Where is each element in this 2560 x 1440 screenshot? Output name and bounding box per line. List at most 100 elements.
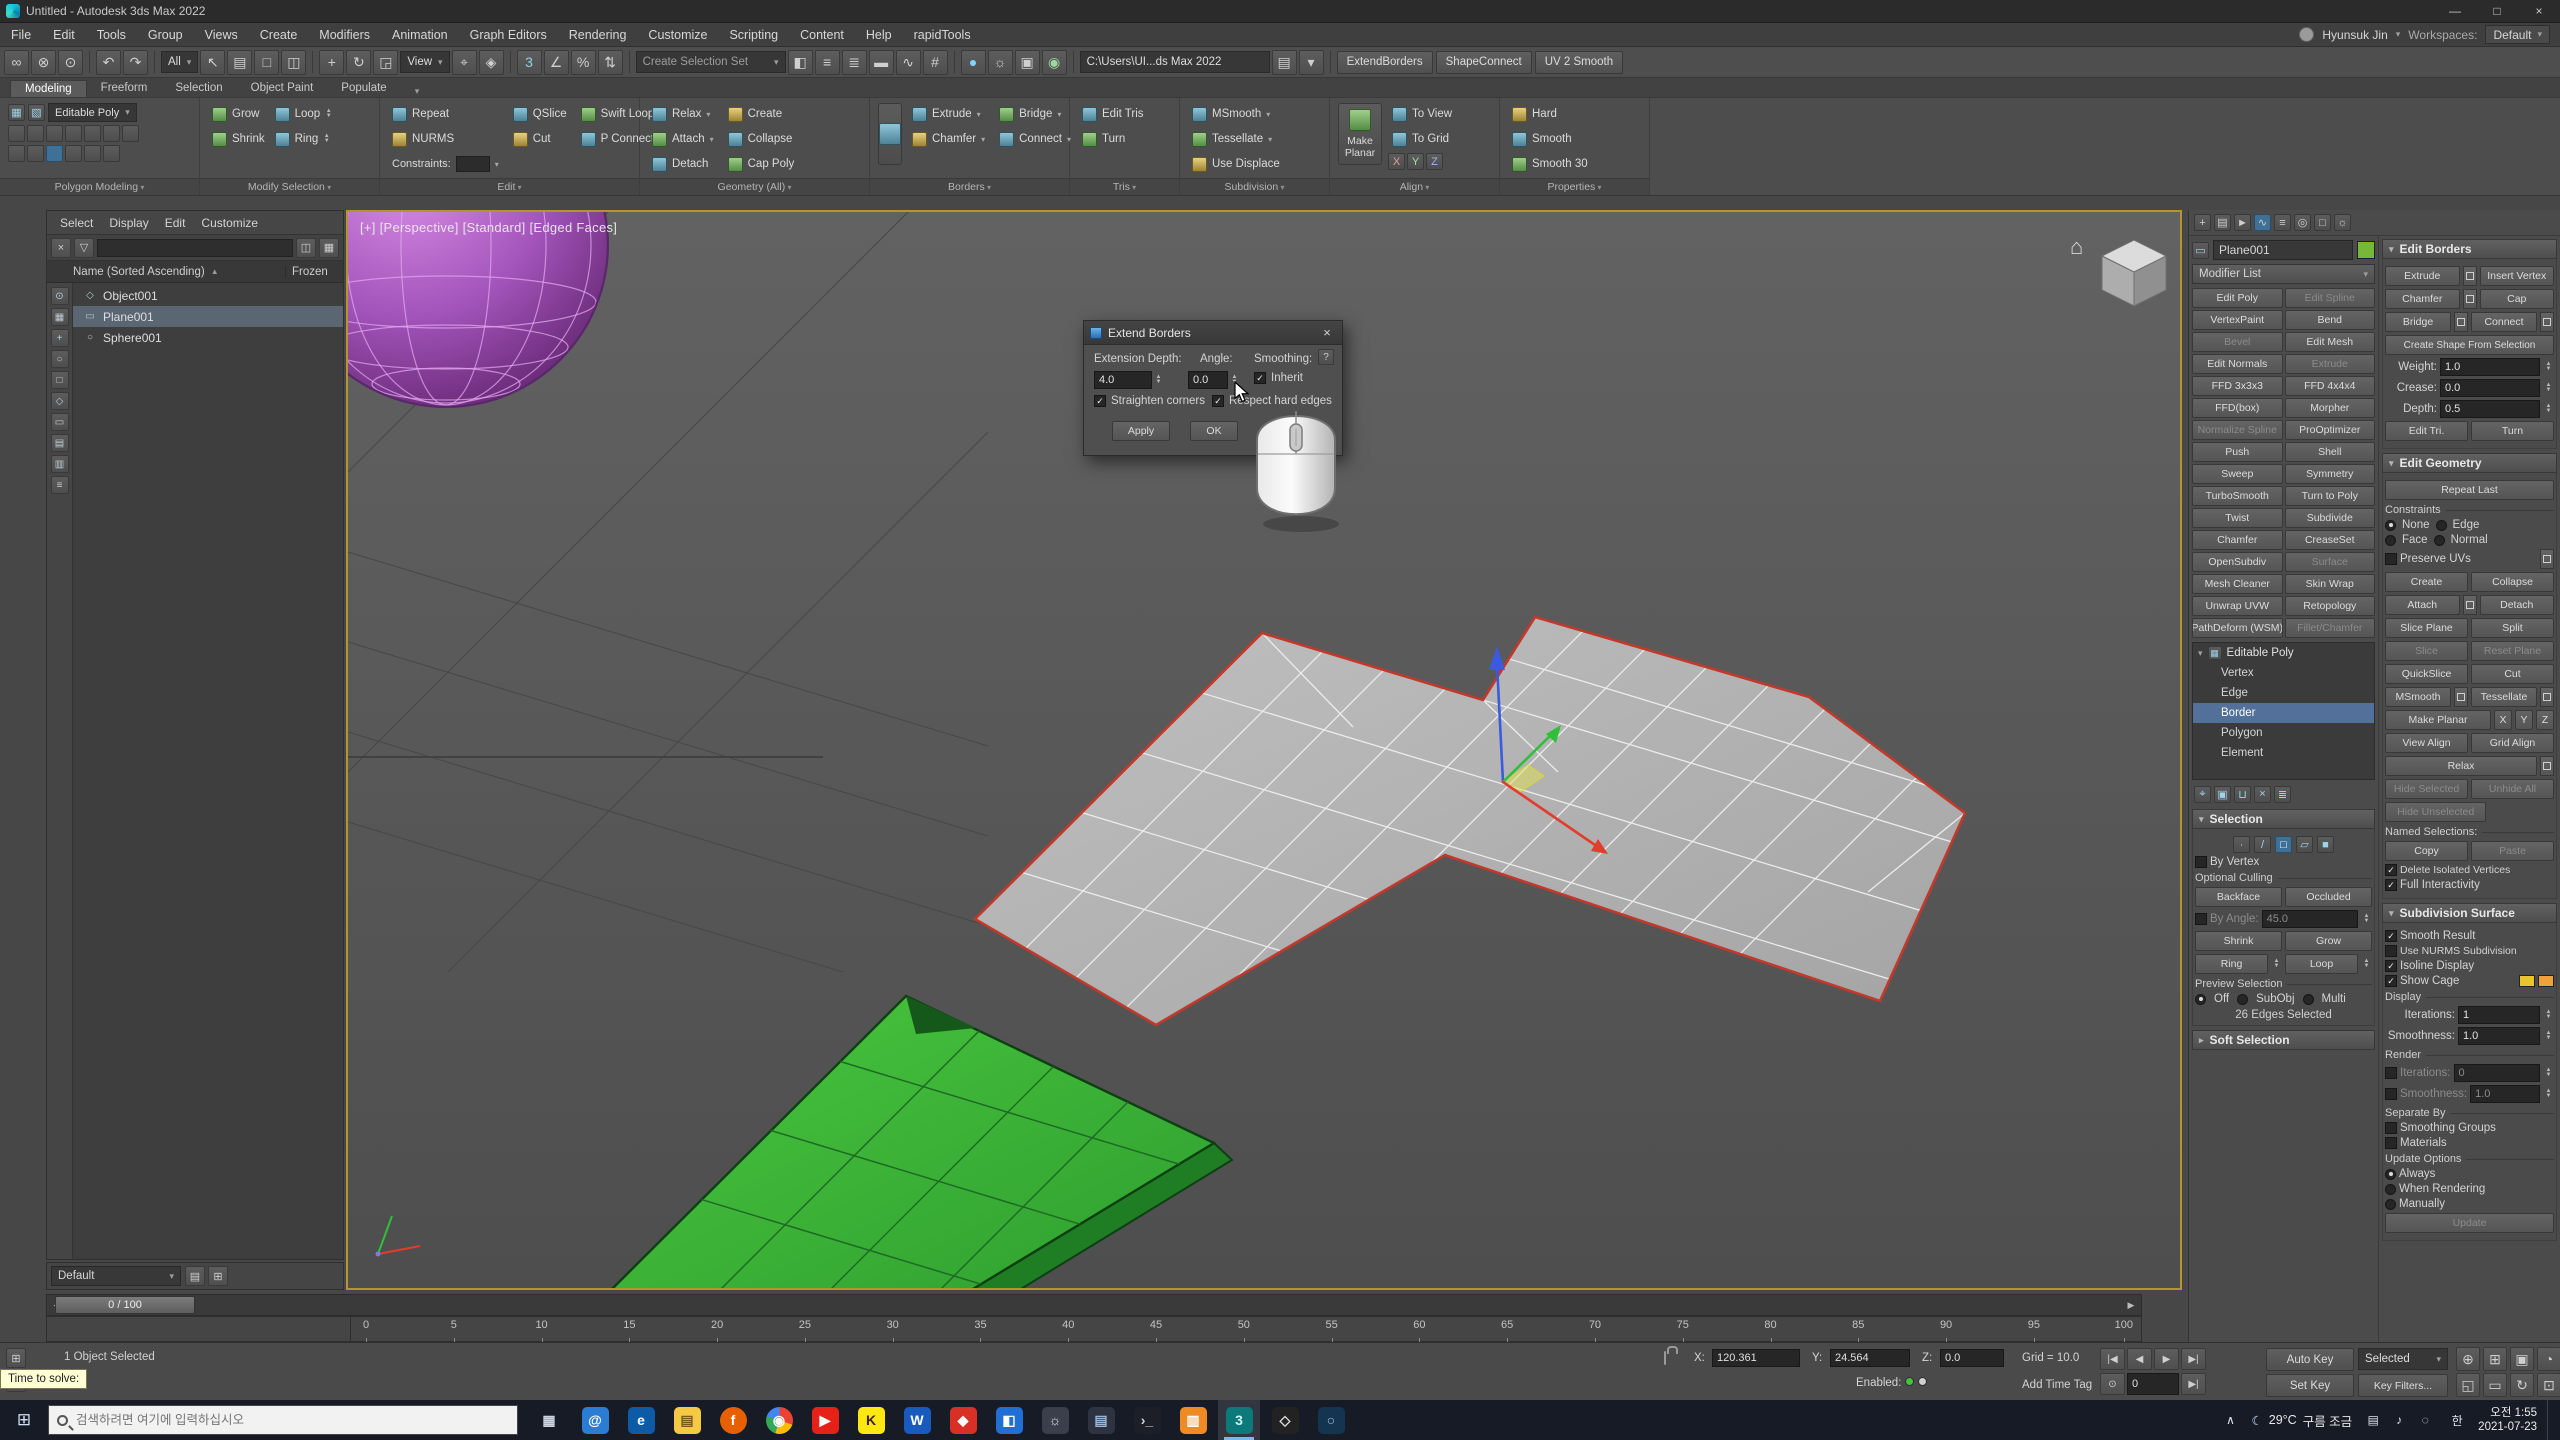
loop-button[interactable]: Loop xyxy=(2285,954,2358,974)
straighten-corners-checkbox[interactable] xyxy=(1094,395,1106,407)
zoom-region-icon[interactable]: ◱ xyxy=(2456,1373,2480,1397)
ribbon-subobject-icon[interactable] xyxy=(65,145,82,162)
taskbar-app-terminal[interactable]: ›_ xyxy=(1126,1400,1168,1440)
editable-poly-dropdown[interactable]: Editable Poly▾ xyxy=(48,103,137,122)
select-and-rotate-icon[interactable]: ↻ xyxy=(346,50,371,75)
connect-button[interactable]: Connect xyxy=(2471,312,2537,332)
taskbar-app-notepad[interactable]: ▤ xyxy=(1080,1400,1122,1440)
by-angle-checkbox[interactable] xyxy=(2195,913,2207,925)
display-iterations-field[interactable]: 1 xyxy=(2458,1006,2540,1024)
panel-label[interactable]: Tris xyxy=(1070,178,1179,195)
use-nurms-checkbox[interactable] xyxy=(2385,945,2397,957)
panel-label[interactable]: Modify Selection xyxy=(200,178,379,195)
full-interactivity-checkbox[interactable] xyxy=(2385,879,2397,891)
menu-item[interactable]: Help xyxy=(855,28,903,42)
maximize-button[interactable]: □ xyxy=(2476,0,2518,22)
inherit-checkbox[interactable] xyxy=(1254,372,1266,384)
script-button[interactable]: ExtendBorders xyxy=(1337,51,1433,74)
ribbon-collapse-icon[interactable]: ▾ xyxy=(415,86,420,97)
bridge-button[interactable]: Bridge▾ xyxy=(995,103,1075,125)
time-slider[interactable]: ◀ 0 / 100 ▶ xyxy=(46,1294,2142,1316)
edit-tris-button[interactable]: Edit Tris xyxy=(1078,103,1148,125)
create-shape-button[interactable]: Create Shape From Selection xyxy=(2385,335,2554,355)
modifier-button[interactable]: Shell xyxy=(2285,442,2376,462)
zoom-all-icon[interactable]: ⊞ xyxy=(2483,1347,2507,1371)
select-and-move-icon[interactable]: + xyxy=(319,50,344,75)
menu-item[interactable]: Customize xyxy=(637,28,718,42)
close-button[interactable]: × xyxy=(2518,0,2560,22)
taskbar-app-3dsmax[interactable]: 3 xyxy=(1218,1400,1260,1440)
menu-item[interactable]: Tools xyxy=(86,28,137,42)
object-name-field[interactable]: Plane001 xyxy=(2213,240,2353,260)
quickslice-button[interactable]: QuickSlice xyxy=(2385,664,2468,684)
menu-item[interactable]: Graph Editors xyxy=(459,28,558,42)
bind-to-space-warp-icon[interactable]: ⊙ xyxy=(58,50,83,75)
stack-subobject-item[interactable]: Border xyxy=(2193,703,2374,723)
hide-selected-button[interactable]: Hide Selected xyxy=(2385,779,2468,799)
taskbar-app-folder[interactable]: ▥ xyxy=(1172,1400,1214,1440)
menu-item[interactable]: File xyxy=(0,28,42,42)
scene-explorer-tool-icon[interactable]: ≡ xyxy=(51,476,69,494)
msmooth-settings-icon[interactable] xyxy=(2454,687,2468,707)
taskbar-app-kakao[interactable]: K xyxy=(850,1400,892,1440)
track-bar[interactable]: 0510152025303540455055606570758085909510… xyxy=(350,1316,2142,1342)
previous-frame-button[interactable]: ◀ xyxy=(2127,1348,2152,1370)
respect-hard-edges-checkbox[interactable] xyxy=(1212,395,1224,407)
grid-align-button[interactable]: Grid Align xyxy=(2471,733,2554,753)
pan-icon[interactable]: ▭ xyxy=(2483,1373,2507,1397)
modifier-button[interactable]: CreaseSet xyxy=(2285,530,2376,550)
modifier-button[interactable]: Turn to Poly xyxy=(2285,486,2376,506)
scene-explorer-tool-icon[interactable]: ▥ xyxy=(51,455,69,473)
panel-label[interactable]: Edit xyxy=(380,178,639,195)
cage-color-swatch[interactable] xyxy=(2519,975,2535,987)
render-smoothness-field[interactable]: 1.0 xyxy=(2470,1085,2540,1103)
border-extrude-big-button[interactable] xyxy=(878,103,902,165)
script-button[interactable]: ShapeConnect xyxy=(1436,51,1532,74)
relax-button[interactable]: Relax▾ xyxy=(648,103,718,125)
reference-coordinate-dropdown[interactable]: View▾ xyxy=(400,51,449,73)
ime-indicator[interactable]: 한 xyxy=(2446,1412,2468,1429)
modifier-button[interactable]: Bend xyxy=(2285,310,2376,330)
repeat-last-button[interactable]: Repeat Last xyxy=(2385,480,2554,500)
y-coordinate-field[interactable] xyxy=(1830,1349,1910,1367)
planar-z-button[interactable]: Z xyxy=(2536,710,2554,730)
tab-hierarchy[interactable]: ≡ xyxy=(2274,214,2291,231)
chamfer-button[interactable]: Chamfer xyxy=(2385,289,2460,309)
cap-button[interactable]: Cap xyxy=(2480,289,2555,309)
modifier-button[interactable]: Chamfer xyxy=(2192,530,2283,550)
slice-plane-button[interactable]: Slice Plane xyxy=(2385,618,2468,638)
detach-button[interactable]: Detach xyxy=(648,153,718,175)
render-production-icon[interactable]: ◉ xyxy=(1042,50,1067,75)
bridge-settings-icon[interactable] xyxy=(2454,312,2468,332)
taskbar-app-photos[interactable]: ◧ xyxy=(988,1400,1030,1440)
project-path-field[interactable]: C:\Users\UI...ds Max 2022 xyxy=(1080,51,1270,73)
play-button[interactable]: ▶ xyxy=(2154,1348,2179,1370)
panel-label[interactable]: Align xyxy=(1330,178,1499,195)
copy-button[interactable]: Copy xyxy=(2385,841,2468,861)
chamfer-settings-icon[interactable] xyxy=(2463,289,2477,309)
make-planar-button[interactable]: Make Planar xyxy=(1338,103,1382,165)
panel-label[interactable]: Properties xyxy=(1500,178,1649,195)
render-iterations-checkbox[interactable] xyxy=(2385,1067,2397,1079)
paste-button[interactable]: Paste xyxy=(2471,841,2554,861)
ribbon-subobject-icon[interactable] xyxy=(103,125,120,142)
rendered-frame-window-icon[interactable]: ▣ xyxy=(1015,50,1040,75)
grow-button[interactable]: Grow xyxy=(208,103,269,125)
tray-expand-icon[interactable]: ∧ xyxy=(2220,1413,2242,1427)
modifier-button[interactable]: Sweep xyxy=(2192,464,2283,484)
repeat-button[interactable]: Repeat xyxy=(388,103,503,125)
modifier-button[interactable]: Normalize Spline xyxy=(2192,420,2283,440)
stack-subobject-item[interactable]: Vertex xyxy=(2193,663,2374,683)
signed-in-user[interactable]: Hyunsuk Jin xyxy=(2322,28,2387,42)
depth-field[interactable]: 0.5 xyxy=(2440,400,2540,418)
modifier-button[interactable]: Edit Mesh xyxy=(2285,332,2376,352)
time-slider-handle[interactable]: 0 / 100 xyxy=(55,1296,195,1314)
rectangular-selection-region-icon[interactable]: □ xyxy=(254,50,279,75)
modifier-button[interactable]: FFD(box) xyxy=(2192,398,2283,418)
window-crossing-icon[interactable]: ◫ xyxy=(281,50,306,75)
scene-explorer-tool-icon[interactable]: □ xyxy=(51,371,69,389)
smooth-result-checkbox[interactable] xyxy=(2385,930,2397,942)
display-smoothness-field[interactable]: 1.0 xyxy=(2458,1027,2540,1045)
preview-multi-radio[interactable] xyxy=(2303,994,2314,1005)
start-button[interactable]: ⊞ xyxy=(0,1400,48,1440)
